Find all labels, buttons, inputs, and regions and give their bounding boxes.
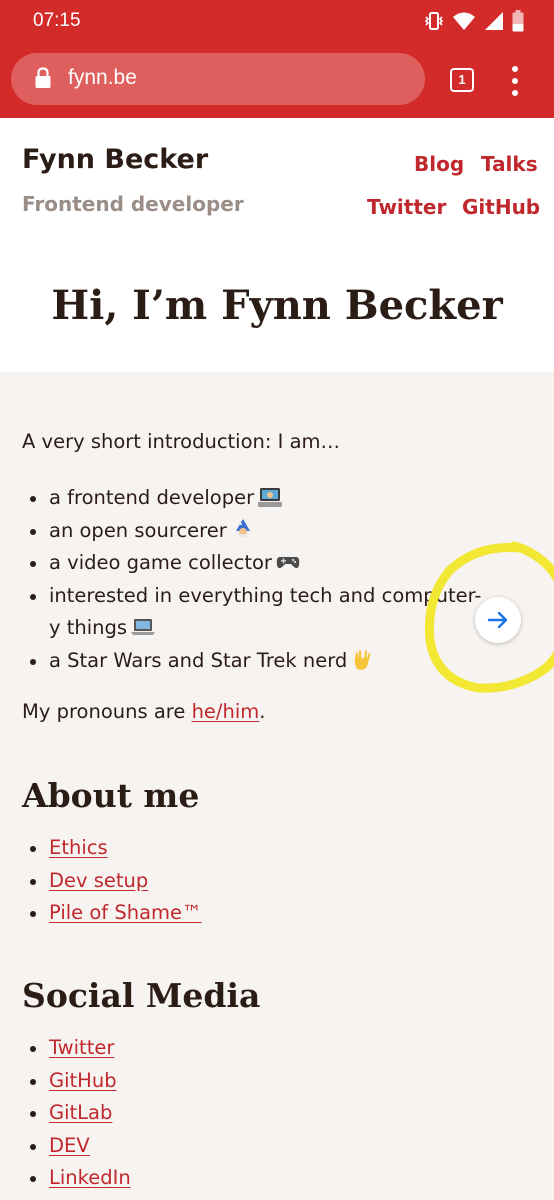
- ethics-link[interactable]: Ethics: [49, 836, 108, 859]
- list-item: LinkedIn: [22, 1162, 131, 1195]
- list-item: a frontend developer: [22, 482, 492, 515]
- site-subtitle: Frontend developer: [22, 192, 244, 216]
- linkedin-link[interactable]: LinkedIn: [49, 1166, 131, 1189]
- list-item: Dev setup: [22, 865, 202, 898]
- status-bar: 07:15: [0, 0, 554, 44]
- lock-icon: [35, 67, 51, 88]
- hero-title: Hi, I’m Fynn Becker: [51, 282, 503, 329]
- next-arrow-button[interactable]: [475, 597, 521, 643]
- address-bar[interactable]: fynn.be: [11, 53, 425, 105]
- site-header: Fynn Becker Frontend developer Blog Talk…: [0, 118, 554, 372]
- intro-list: a frontend developer an open sourcerer a…: [22, 482, 492, 677]
- social-media-heading: Social Media: [22, 976, 261, 1015]
- laptop-emoji-icon: [131, 619, 156, 635]
- vibrate-icon: [424, 12, 444, 30]
- battery-icon: [512, 10, 524, 32]
- dev-setup-link[interactable]: Dev setup: [49, 869, 148, 892]
- video-game-emoji-icon: [276, 557, 300, 569]
- wifi-icon: [453, 12, 475, 30]
- main-content: A very short introduction: I am… a front…: [0, 372, 554, 1200]
- browser-toolbar: fynn.be 1: [0, 44, 554, 118]
- twitter-link[interactable]: Twitter: [49, 1036, 114, 1059]
- tab-switcher-button[interactable]: 1: [450, 68, 474, 92]
- social-list: Twitter GitHub GitLab DEV LinkedIn: [22, 1032, 131, 1195]
- url-text: fynn.be: [68, 66, 137, 89]
- pile-of-shame-link[interactable]: Pile of Shame™: [49, 901, 202, 924]
- list-item: an open sourcerer: [22, 515, 492, 548]
- nav-link-blog[interactable]: Blog: [414, 152, 464, 176]
- arrow-right-icon: [487, 611, 508, 629]
- site-name[interactable]: Fynn Becker: [22, 144, 208, 175]
- mage-emoji-icon: [235, 518, 250, 537]
- nav-link-talks[interactable]: Talks: [481, 152, 538, 176]
- list-item: a Star Wars and Star Trek nerd: [22, 645, 492, 678]
- technologist-emoji-icon: [258, 488, 283, 507]
- signal-icon: [485, 12, 503, 30]
- list-item: GitHub: [22, 1065, 131, 1098]
- pronouns-text: My pronouns are he/him.: [22, 700, 266, 723]
- about-list: Ethics Dev setup Pile of Shame™: [22, 832, 202, 930]
- dev-link[interactable]: DEV: [49, 1134, 90, 1157]
- list-item: Pile of Shame™: [22, 897, 202, 930]
- status-icons: [424, 9, 524, 33]
- status-time: 07:15: [33, 10, 81, 31]
- github-link[interactable]: GitHub: [49, 1069, 117, 1092]
- about-heading: About me: [22, 776, 200, 815]
- vulcan-salute-emoji-icon: [355, 649, 371, 670]
- list-item: Ethics: [22, 832, 202, 865]
- list-item: DEV: [22, 1130, 131, 1163]
- intro-text: A very short introduction: I am…: [22, 430, 341, 453]
- list-item: a video game collector: [22, 547, 492, 580]
- nav-link-github[interactable]: GitHub: [462, 195, 540, 219]
- pronouns-link[interactable]: he/him: [192, 700, 260, 723]
- list-item: GitLab: [22, 1097, 131, 1130]
- overflow-menu-icon[interactable]: [508, 66, 522, 96]
- gitlab-link[interactable]: GitLab: [49, 1101, 112, 1124]
- list-item: Twitter: [22, 1032, 131, 1065]
- nav-link-twitter[interactable]: Twitter: [367, 195, 446, 219]
- list-item: interested in everything tech and comput…: [22, 580, 492, 645]
